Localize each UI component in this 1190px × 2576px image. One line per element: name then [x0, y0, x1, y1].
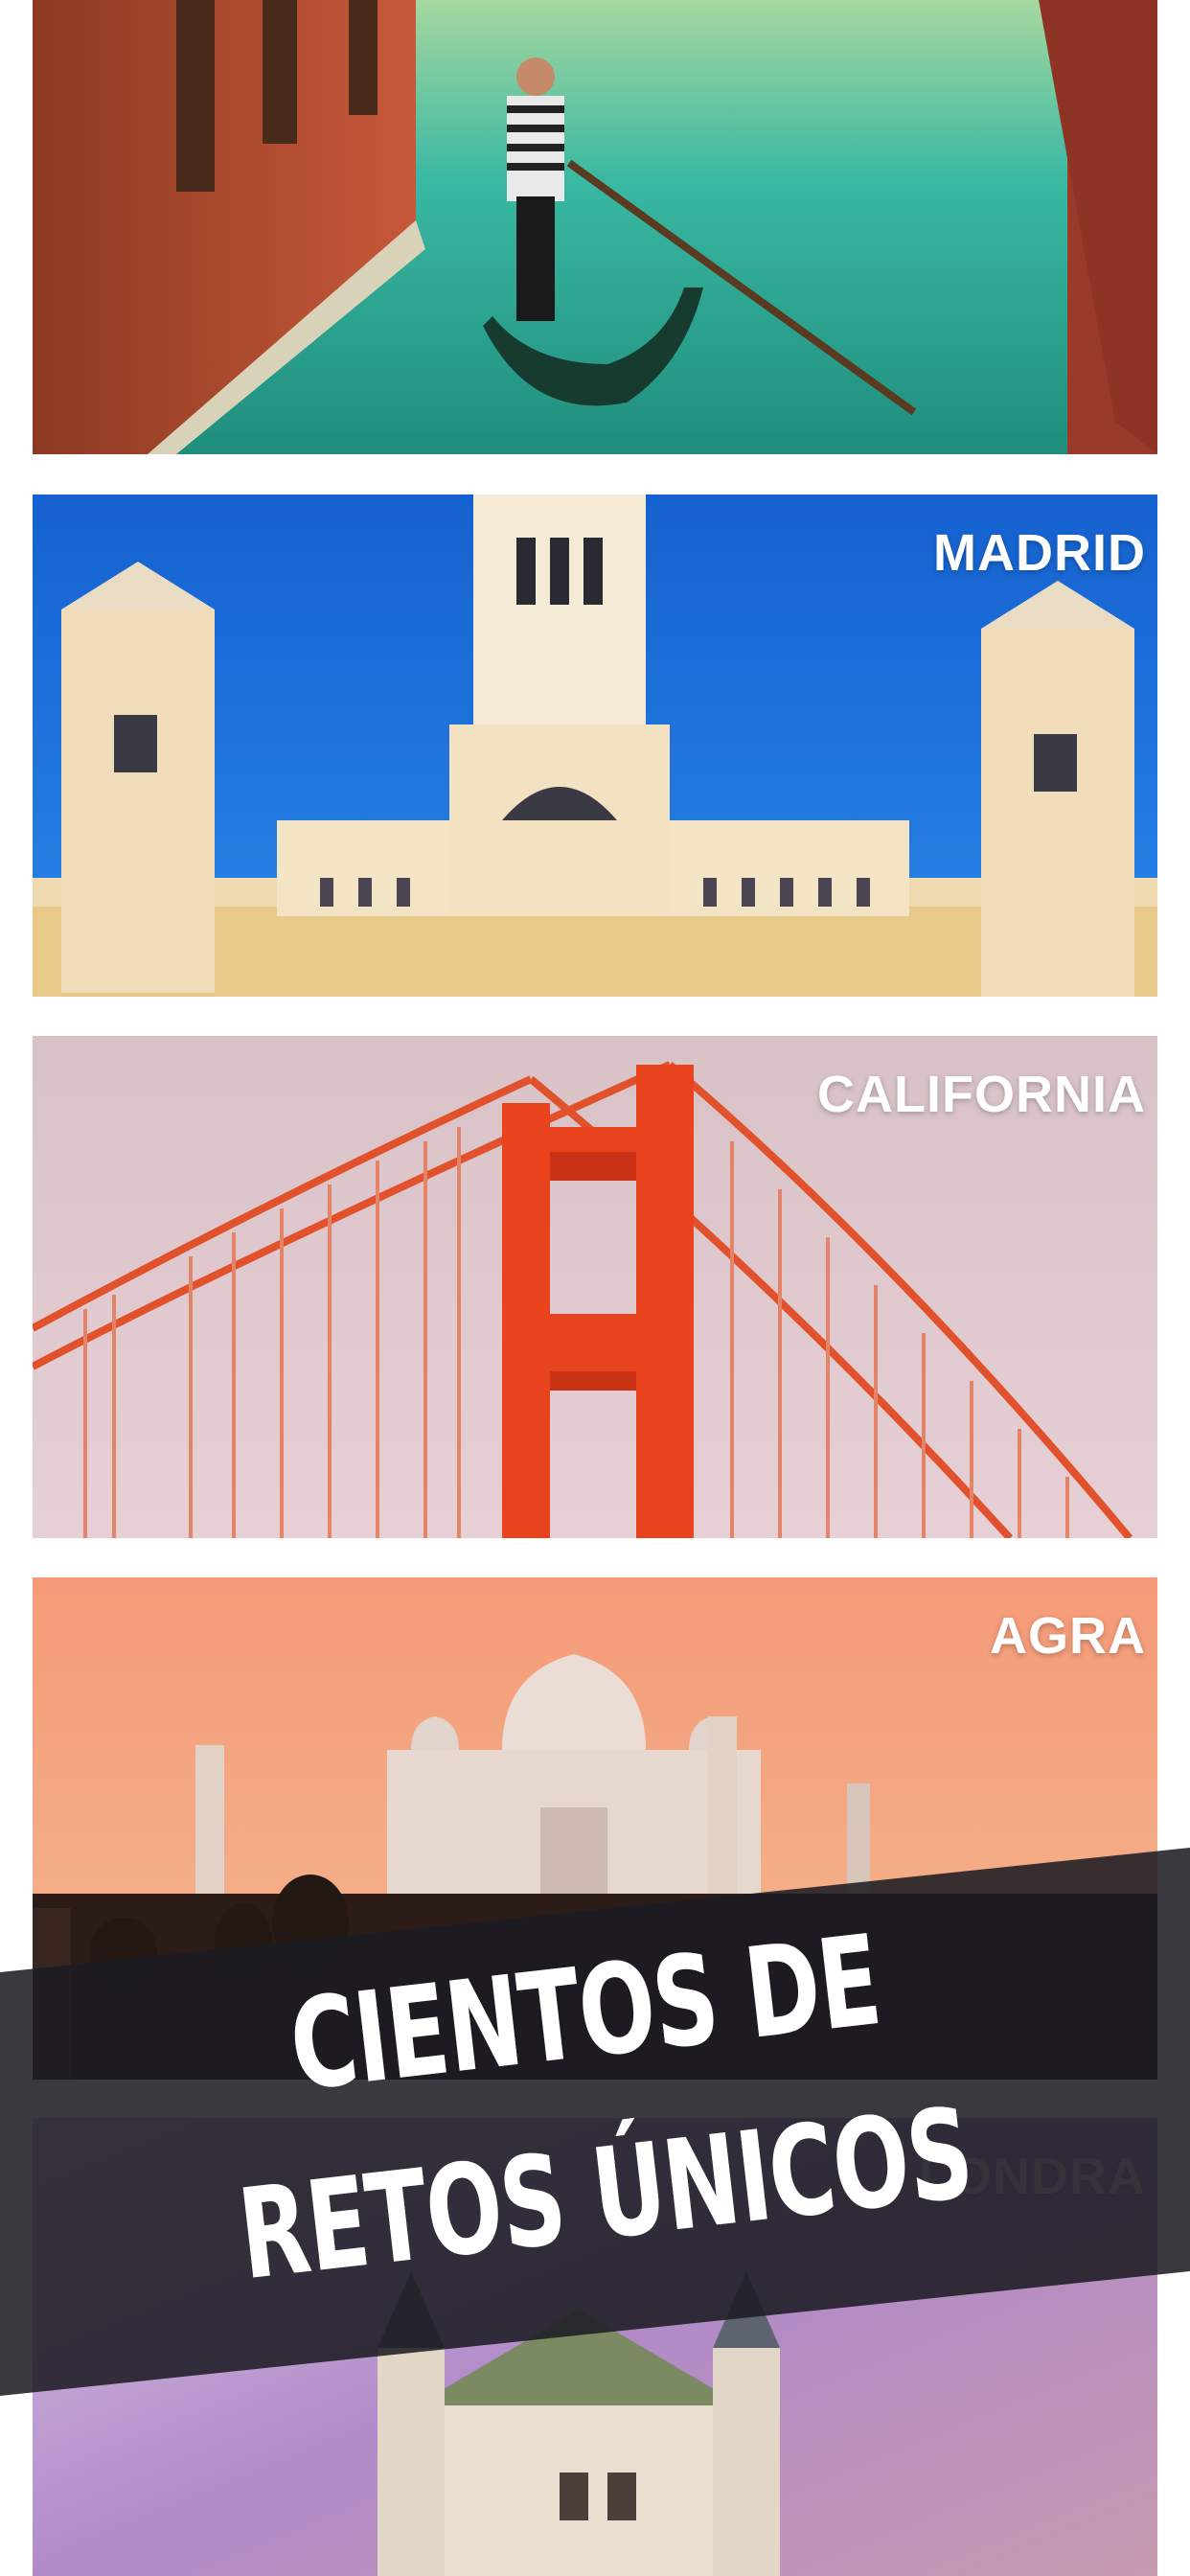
city-label: MADRID — [933, 524, 1146, 582]
city-card-california[interactable]: CALIFORNIA — [33, 1036, 1157, 1538]
city-card-madrid[interactable]: MADRID — [33, 494, 1157, 997]
venice-gondola-image — [33, 0, 1157, 454]
city-label: AGRA — [990, 1607, 1146, 1665]
city-card-venice[interactable] — [33, 0, 1157, 454]
city-label: CALIFORNIA — [817, 1066, 1146, 1123]
